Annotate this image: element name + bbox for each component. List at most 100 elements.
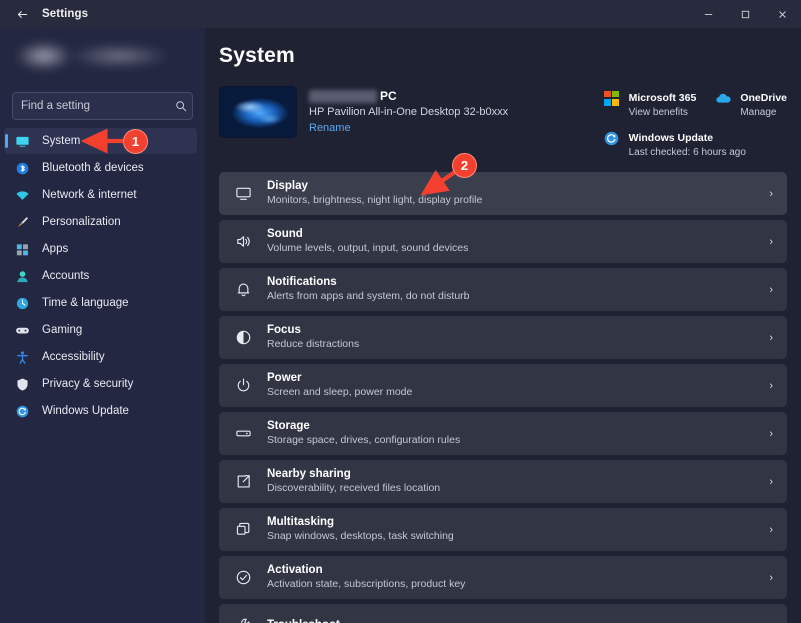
- settings-row-activation[interactable]: Activation Activation state, subscriptio…: [219, 556, 787, 599]
- sidebar-item-system[interactable]: System: [4, 128, 197, 154]
- settings-row-subtitle: Reduce distractions: [267, 338, 360, 351]
- sidebar-item-label: Time & language: [42, 297, 129, 309]
- settings-row-focus[interactable]: Focus Reduce distractions ›: [219, 316, 787, 359]
- settings-row-text: Power Screen and sleep, power mode: [267, 371, 755, 400]
- settings-row-text: Nearby sharing Discoverability, received…: [267, 467, 755, 496]
- chevron-right-icon: ›: [769, 427, 773, 440]
- paintbrush-icon: [14, 214, 31, 231]
- settings-row-title: Nearby sharing: [267, 467, 351, 480]
- settings-row-title: Multitasking: [267, 515, 335, 528]
- chevron-right-icon: ›: [769, 475, 773, 488]
- windows-stack-icon: [233, 520, 253, 540]
- search-box[interactable]: [12, 92, 193, 120]
- settings-row-power[interactable]: Power Screen and sleep, power mode ›: [219, 364, 787, 407]
- share-icon: [233, 472, 253, 492]
- sidebar-item-gaming[interactable]: Gaming: [4, 317, 197, 343]
- settings-row-multitasking[interactable]: Multitasking Snap windows, desktops, tas…: [219, 508, 787, 551]
- chevron-right-icon: ›: [769, 187, 773, 200]
- settings-row-text: Activation Activation state, subscriptio…: [267, 563, 755, 592]
- device-model: HP Pavilion All-in-One Desktop 32-b0xxx: [309, 106, 509, 118]
- settings-row-notifications[interactable]: Notifications Alerts from apps and syste…: [219, 268, 787, 311]
- sidebar-item-label: Network & internet: [42, 189, 137, 201]
- quick-link-title: Microsoft 365: [628, 92, 697, 104]
- settings-row-storage[interactable]: Storage Storage space, drives, configura…: [219, 412, 787, 455]
- settings-row-title: Troubleshoot: [267, 618, 755, 623]
- sidebar-item-accessibility[interactable]: Accessibility: [4, 344, 197, 370]
- quick-link-onedrive[interactable]: OneDrive Manage: [714, 88, 787, 118]
- sidebar-item-personalization[interactable]: Personalization: [4, 209, 197, 235]
- settings-row-text: Multitasking Snap windows, desktops, tas…: [267, 515, 755, 544]
- sidebar-item-label: Personalization: [42, 216, 121, 228]
- device-name-line: PC: [309, 89, 508, 103]
- sidebar-item-bluetooth-devices[interactable]: Bluetooth & devices: [4, 155, 197, 181]
- sidebar-item-network-internet[interactable]: Network & internet: [4, 182, 197, 208]
- device-name-suffix: PC: [380, 89, 397, 103]
- wrench-icon: [233, 616, 253, 623]
- sidebar-item-accounts[interactable]: Accounts: [4, 263, 197, 289]
- monitor-icon: [233, 184, 253, 204]
- window-body: System Bluetooth & devices Network & int…: [0, 28, 801, 623]
- clock-globe-icon: [14, 295, 31, 312]
- cloud-icon: [714, 89, 732, 107]
- settings-row-sound[interactable]: Sound Volume levels, output, input, soun…: [219, 220, 787, 263]
- chevron-right-icon: ›: [769, 331, 773, 344]
- settings-row-subtitle: Activation state, subscriptions, product…: [267, 578, 466, 591]
- sidebar-item-label: Bluetooth & devices: [42, 162, 144, 174]
- power-icon: [233, 376, 253, 396]
- close-button[interactable]: [764, 0, 801, 28]
- settings-row-display[interactable]: Display Monitors, brightness, night ligh…: [219, 172, 787, 215]
- sidebar-item-label: Apps: [42, 243, 69, 255]
- shield-icon: [14, 376, 31, 393]
- back-arrow-icon[interactable]: [12, 4, 32, 24]
- profile-blur-overlay: [14, 36, 184, 78]
- settings-row-subtitle: Alerts from apps and system, do not dist…: [267, 290, 470, 303]
- title-bar-left: Settings: [0, 4, 88, 24]
- settings-row-text: Troubleshoot: [267, 618, 755, 623]
- settings-list: Display Monitors, brightness, night ligh…: [219, 172, 787, 623]
- microsoft-logo-icon: [603, 89, 621, 107]
- quick-link-microsoft-365[interactable]: Microsoft 365 View benefits: [603, 88, 697, 118]
- minimize-button[interactable]: [690, 0, 727, 28]
- settings-window: Settings Find a setting System Bluetooth…: [0, 0, 801, 623]
- sidebar-item-time-language[interactable]: Time & language: [4, 290, 197, 316]
- maximize-button[interactable]: [727, 0, 764, 28]
- sidebar-item-privacy-security[interactable]: Privacy & security: [4, 371, 197, 397]
- chevron-right-icon: ›: [769, 571, 773, 584]
- device-info-block: PC HP Pavilion All-in-One Desktop 32-b0x…: [219, 86, 508, 138]
- settings-row-text: Notifications Alerts from apps and syste…: [267, 275, 755, 304]
- window-controls: [690, 0, 801, 28]
- sidebar-item-windows-update[interactable]: Windows Update: [4, 398, 197, 424]
- search-input[interactable]: [21, 100, 175, 112]
- settings-row-subtitle: Discoverability, received files location: [267, 482, 441, 495]
- sidebar-item-label: Privacy & security: [42, 378, 134, 390]
- chevron-right-icon: ›: [769, 235, 773, 248]
- chevron-right-icon: ›: [769, 379, 773, 392]
- chevron-right-icon: ›: [769, 620, 775, 623]
- sidebar-item-label: Accessibility: [42, 351, 105, 363]
- accessibility-icon: [14, 349, 31, 366]
- settings-row-troubleshoot[interactable]: Troubleshoot ›: [219, 604, 787, 623]
- drive-icon: [233, 424, 253, 444]
- quick-link-windows-update[interactable]: Windows Update Last checked: 6 hours ago: [603, 128, 787, 158]
- settings-row-nearby-sharing[interactable]: Nearby sharing Discoverability, received…: [219, 460, 787, 503]
- settings-row-title: Focus: [267, 323, 301, 336]
- settings-row-subtitle: Snap windows, desktops, task switching: [267, 530, 454, 543]
- settings-row-title: Storage: [267, 419, 310, 432]
- quick-link-subtitle: Last checked: 6 hours ago: [628, 147, 746, 158]
- wifi-icon: [14, 187, 31, 204]
- update-icon: [14, 403, 31, 420]
- settings-row-subtitle: Storage space, drives, configuration rul…: [267, 434, 461, 447]
- settings-row-title: Notifications: [267, 275, 337, 288]
- desktop-wallpaper-thumbnail: [219, 86, 297, 138]
- rename-link[interactable]: Rename: [309, 122, 351, 134]
- page-title: System: [219, 44, 295, 67]
- quick-link-subtitle: View benefits: [628, 107, 688, 118]
- chevron-right-icon: ›: [769, 283, 773, 296]
- check-circle-icon: [233, 568, 253, 588]
- user-profile-redacted[interactable]: [0, 28, 205, 90]
- bell-icon: [233, 280, 253, 300]
- window-title: Settings: [42, 8, 89, 20]
- search-container: [0, 92, 205, 120]
- sidebar-item-apps[interactable]: Apps: [4, 236, 197, 262]
- sidebar-item-label: Windows Update: [42, 405, 129, 417]
